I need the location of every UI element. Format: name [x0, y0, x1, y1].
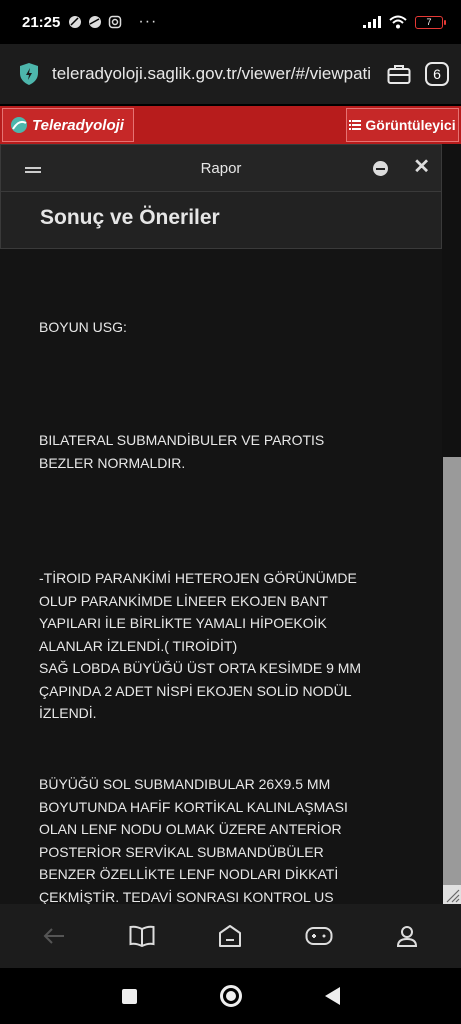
close-icon[interactable]: ✕	[413, 157, 430, 177]
notification-ball-icon	[89, 16, 102, 28]
status-right: 7	[363, 15, 446, 29]
battery-icon: 7	[415, 15, 446, 29]
gamepad-icon	[305, 927, 333, 945]
report-paragraph: BILATERAL SUBMANDİBULER VE PAROTIS BEZLE…	[39, 432, 325, 471]
wifi-icon	[389, 15, 407, 29]
home-system-icon[interactable]	[219, 985, 242, 1007]
arrow-left-icon	[43, 928, 65, 944]
back-system-icon[interactable]	[324, 987, 340, 1005]
report-panel-header: Rapor ✕	[0, 144, 442, 192]
app-header: Teleradyoloji Görüntüleyici	[0, 106, 461, 144]
games-button[interactable]	[299, 916, 339, 956]
shield-icon[interactable]	[18, 62, 40, 86]
browser-bottom-nav	[0, 904, 461, 968]
url-text[interactable]: teleradyoloji.saglik.gov.tr/viewer/#/vie…	[52, 64, 370, 84]
list-icon	[349, 120, 362, 130]
battery-level: 7	[426, 17, 432, 27]
viewer-label: Görüntüleyici	[365, 117, 456, 133]
logo-mark-icon	[11, 117, 27, 133]
home-icon	[219, 925, 242, 947]
recent-apps-icon[interactable]	[121, 988, 137, 1004]
tab-count-button[interactable]: 6	[425, 62, 449, 86]
report-paragraph: -TİROID PARANKİMİ HETEROJEN GÖRÜNÜMDE OL…	[39, 570, 362, 721]
report-paragraph: BÜYÜĞÜ SOL SUBMANDIBULAR 26X9.5 MM BOYUT…	[39, 776, 348, 904]
profile-button[interactable]	[387, 916, 427, 956]
url-actions: 6	[387, 62, 449, 86]
back-nav-button[interactable]	[34, 916, 74, 956]
home-button[interactable]	[210, 916, 250, 956]
minimize-icon[interactable]	[373, 161, 388, 176]
user-icon	[396, 926, 417, 947]
section-header: Sonuç ve Öneriler	[0, 192, 442, 249]
bookmarks-button[interactable]	[122, 916, 162, 956]
scrollbar-thumb[interactable]	[443, 457, 461, 885]
report-paragraph: BOYUN USG:	[39, 319, 127, 335]
browser-url-bar[interactable]: teleradyoloji.saglik.gov.tr/viewer/#/vie…	[0, 44, 461, 104]
notification-circle-icon	[69, 16, 82, 28]
instagram-icon	[109, 15, 122, 29]
signal-icon	[363, 16, 381, 28]
system-navigation-bar	[0, 968, 461, 1024]
book-icon	[129, 925, 155, 947]
section-title: Sonuç ve Öneriler	[40, 206, 220, 229]
resize-grip-icon	[446, 889, 460, 903]
report-body[interactable]: BOYUN USG: BILATERAL SUBMANDİBULER VE PA…	[0, 249, 442, 904]
status-time: 21:25	[22, 13, 61, 31]
status-bar: 21:25 ··· 7	[0, 0, 461, 44]
notification-icons: ···	[68, 13, 157, 31]
logo-text: Teleradyoloji	[32, 116, 124, 134]
teleradyoloji-logo[interactable]: Teleradyoloji	[2, 108, 134, 142]
resize-handle[interactable]	[443, 885, 461, 904]
viewer-button[interactable]: Görüntüleyici	[346, 108, 459, 142]
more-notifications-icon: ···	[138, 13, 158, 30]
briefcase-icon[interactable]	[387, 63, 411, 85]
